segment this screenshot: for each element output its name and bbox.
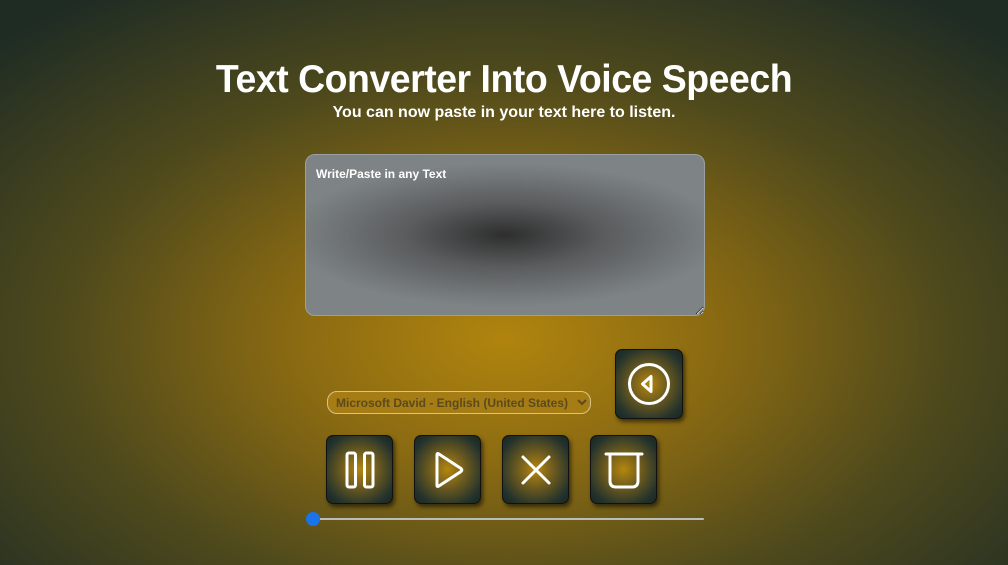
text-input-container [305, 154, 705, 316]
stop-button[interactable] [502, 435, 569, 504]
progress-slider[interactable] [305, 510, 705, 528]
pause-icon [345, 451, 374, 488]
slider-thumb[interactable] [306, 512, 320, 526]
circle-back-icon [628, 363, 670, 405]
text-input[interactable] [305, 154, 705, 316]
play-button[interactable] [414, 435, 481, 504]
back-button[interactable] [615, 349, 683, 419]
play-icon [435, 451, 463, 488]
pause-button[interactable] [326, 435, 393, 504]
page-subtitle: You can now paste in your text here to l… [332, 104, 676, 121]
voice-select[interactable]: Microsoft David - English (United States… [327, 391, 591, 414]
clear-button[interactable] [590, 435, 657, 504]
close-icon [521, 455, 550, 484]
slider-track [311, 518, 704, 520]
clear-cup-icon [604, 452, 643, 488]
page-title: Text Converter Into Voice Speech [215, 58, 793, 101]
